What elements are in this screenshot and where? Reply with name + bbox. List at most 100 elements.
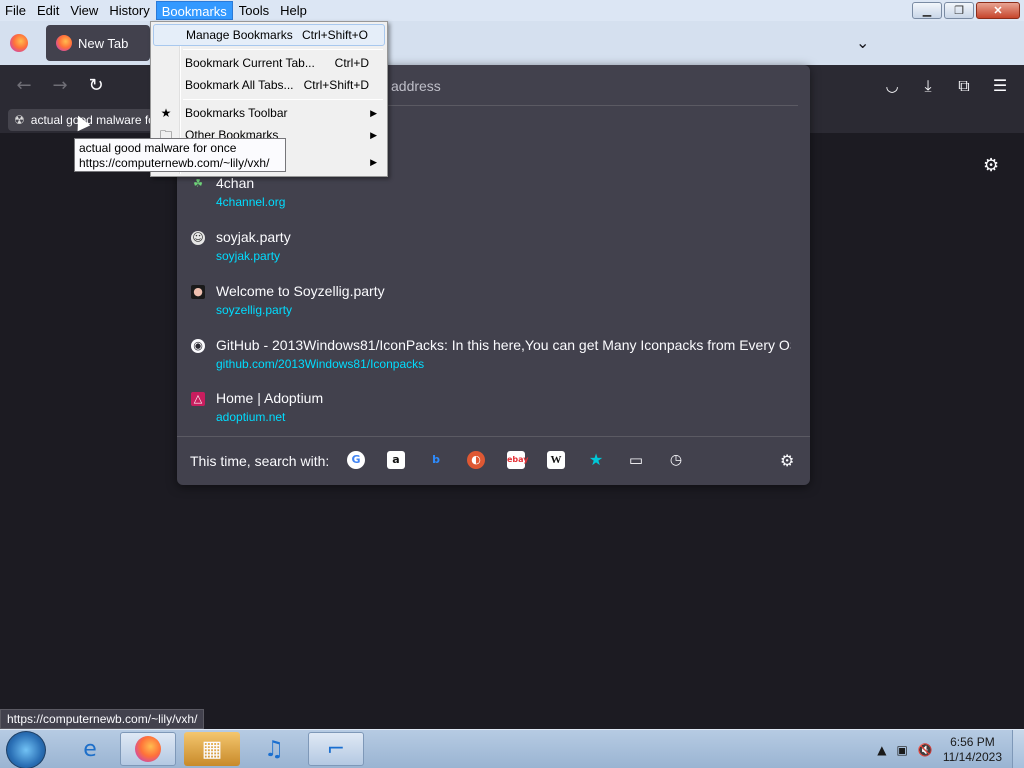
result-title: Home | Adoptium	[216, 390, 324, 406]
puzzle-icon: ⧉	[958, 76, 970, 95]
menu-shortcut: Ctrl+Shift+D	[303, 78, 369, 92]
maximize-button[interactable]: ❐	[944, 2, 974, 19]
bookmark-label: actual good malware for once	[30, 113, 153, 127]
menu-view[interactable]: View	[65, 1, 103, 20]
amazon-icon[interactable]: a	[387, 451, 405, 469]
manage-bookmarks-item[interactable]: Manage Bookmarks Ctrl+Shift+O	[153, 24, 385, 46]
chevron-down-icon[interactable]: ⌄	[856, 33, 869, 52]
divider	[177, 436, 810, 437]
adoptium-icon: △	[191, 392, 205, 406]
result-row[interactable]: ☺ soyjak.party soyjak.party	[189, 229, 799, 273]
clock-date: 11/14/2023	[942, 749, 1002, 764]
result-row[interactable]: ◉ GitHub - 2013Windows81/IconPacks: In t…	[189, 337, 799, 381]
soyzellig-icon: ●	[191, 285, 205, 299]
internet-explorer-icon[interactable]: e	[62, 732, 118, 766]
menu-separator	[183, 49, 383, 50]
pocket-button[interactable]: ◡	[881, 75, 903, 97]
bookmark-current-tab-item[interactable]: Bookmark Current Tab... Ctrl+D	[153, 52, 385, 74]
settings-gear-icon[interactable]: ⚙	[983, 155, 999, 176]
forward-button[interactable]: →	[49, 75, 71, 97]
reload-icon: ↻	[88, 75, 104, 96]
system-tray: ▲ ▣ 🔇 6:56 PM 11/14/2023	[877, 730, 1002, 768]
minimize-button[interactable]: ▁	[912, 2, 942, 19]
menu-shortcut: Ctrl+D	[334, 56, 369, 70]
menu-label: Manage Bookmarks	[186, 28, 293, 42]
app-menu-button[interactable]: ☰	[989, 75, 1011, 97]
menu-bar: File Edit View History Bookmarks Tools H…	[0, 0, 1024, 21]
bookmark-favicon-icon: ☢	[14, 113, 25, 127]
bing-icon[interactable]: b	[427, 451, 445, 469]
tab-title: New Tab	[78, 35, 129, 51]
firefox-taskbar-button[interactable]	[120, 732, 176, 766]
volume-muted-icon[interactable]: 🔇	[918, 743, 933, 757]
result-url: github.com/2013Windows81/Iconpacks	[216, 357, 425, 371]
tray-expand-icon[interactable]: ▲	[877, 743, 886, 757]
menu-file[interactable]: File	[0, 1, 31, 20]
submenu-arrow-icon: ▶	[370, 130, 377, 140]
history-clock-icon[interactable]: ◷	[667, 451, 685, 469]
result-url: 4channel.org	[216, 195, 286, 209]
submenu-arrow-icon: ▶	[370, 108, 377, 118]
downloads-button[interactable]: ⤓	[917, 75, 939, 97]
start-button[interactable]	[6, 731, 46, 768]
submenu-arrow-icon: ▶	[370, 157, 377, 167]
tabs-icon[interactable]: ▭	[627, 451, 645, 469]
bookmark-all-tabs-item[interactable]: Bookmark All Tabs... Ctrl+Shift+D	[153, 74, 385, 96]
menu-separator	[183, 99, 383, 100]
menu-label: Bookmarks Toolbar	[185, 106, 288, 120]
arrow-left-icon: ←	[16, 75, 32, 96]
back-button[interactable]: ←	[13, 75, 35, 97]
clover-icon: ☘	[193, 177, 203, 190]
menu-label: Bookmark All Tabs...	[185, 78, 294, 92]
extensions-button[interactable]: ⧉	[953, 75, 975, 97]
firefox-icon	[135, 736, 161, 762]
store-icon[interactable]: ▦	[184, 732, 240, 766]
ebay-icon[interactable]: ebay	[507, 451, 529, 469]
result-title: Welcome to Soyzellig.party	[216, 283, 385, 299]
minimize-icon: ▁	[922, 5, 932, 17]
network-icon[interactable]: ▣	[897, 743, 908, 757]
menu-label: Bookmark Current Tab...	[185, 56, 315, 70]
result-title: soyjak.party	[216, 229, 291, 245]
github-icon: ◉	[191, 339, 205, 353]
menu-shortcut: Ctrl+Shift+O	[301, 28, 368, 42]
duckduckgo-icon[interactable]: ◐	[467, 451, 485, 469]
wikipedia-icon[interactable]: W	[547, 451, 565, 469]
hamburger-icon: ☰	[992, 76, 1008, 95]
menu-history[interactable]: History	[104, 1, 154, 20]
glasses-app-icon[interactable]: ⌐	[308, 732, 364, 766]
search-settings-gear-icon[interactable]: ⚙	[780, 451, 794, 470]
arrow-right-icon: →	[52, 75, 68, 96]
firefox-view-icon[interactable]	[10, 34, 28, 52]
menu-bookmarks[interactable]: Bookmarks	[155, 1, 233, 20]
close-button[interactable]: ✕	[976, 2, 1020, 19]
reload-button[interactable]: ↻	[85, 75, 107, 97]
tooltip-title: actual good malware for once	[79, 141, 237, 155]
url-input[interactable]: address	[391, 78, 441, 94]
show-desktop-button[interactable]	[1012, 730, 1024, 768]
result-url: soyzellig.party	[216, 303, 293, 317]
pocket-icon: ◡	[885, 77, 899, 95]
bookmark-tooltip: actual good malware for once https://com…	[74, 138, 286, 172]
result-row[interactable]: ● Welcome to Soyzellig.party soyzellig.p…	[189, 283, 799, 327]
google-icon[interactable]: G	[347, 451, 365, 469]
tab-new-tab[interactable]: New Tab	[46, 25, 150, 61]
menu-help[interactable]: Help	[275, 1, 312, 20]
restore-icon: ❐	[954, 5, 964, 17]
status-panel: https://computernewb.com/~lily/vxh/	[0, 709, 205, 729]
music-player-icon[interactable]: ♫	[246, 732, 302, 766]
menu-edit[interactable]: Edit	[32, 1, 64, 20]
search-with-label: This time, search with:	[190, 453, 330, 469]
clock[interactable]: 6:56 PM 11/14/2023	[943, 735, 1002, 765]
result-row[interactable]: △ Home | Adoptium adoptium.net	[189, 390, 799, 434]
bookmarks-toolbar-item[interactable]: ★ Bookmarks Toolbar ▶	[153, 102, 385, 124]
window-controls: ▁ ❐ ✕	[912, 2, 1020, 19]
result-row[interactable]: ☘ 4chan 4channel.org	[189, 175, 799, 219]
menu-tools[interactable]: Tools	[234, 1, 274, 20]
taskbar: e ▦ ♫ ⌐ ▲ ▣ 🔇 6:56 PM 11/14/2023	[0, 729, 1024, 768]
result-url: adoptium.net	[216, 410, 286, 424]
bookmarks-star-icon[interactable]: ★	[587, 451, 605, 469]
soyjak-icon: ☺	[191, 231, 205, 245]
firefox-icon	[56, 35, 72, 51]
result-url: soyjak.party	[216, 249, 281, 263]
